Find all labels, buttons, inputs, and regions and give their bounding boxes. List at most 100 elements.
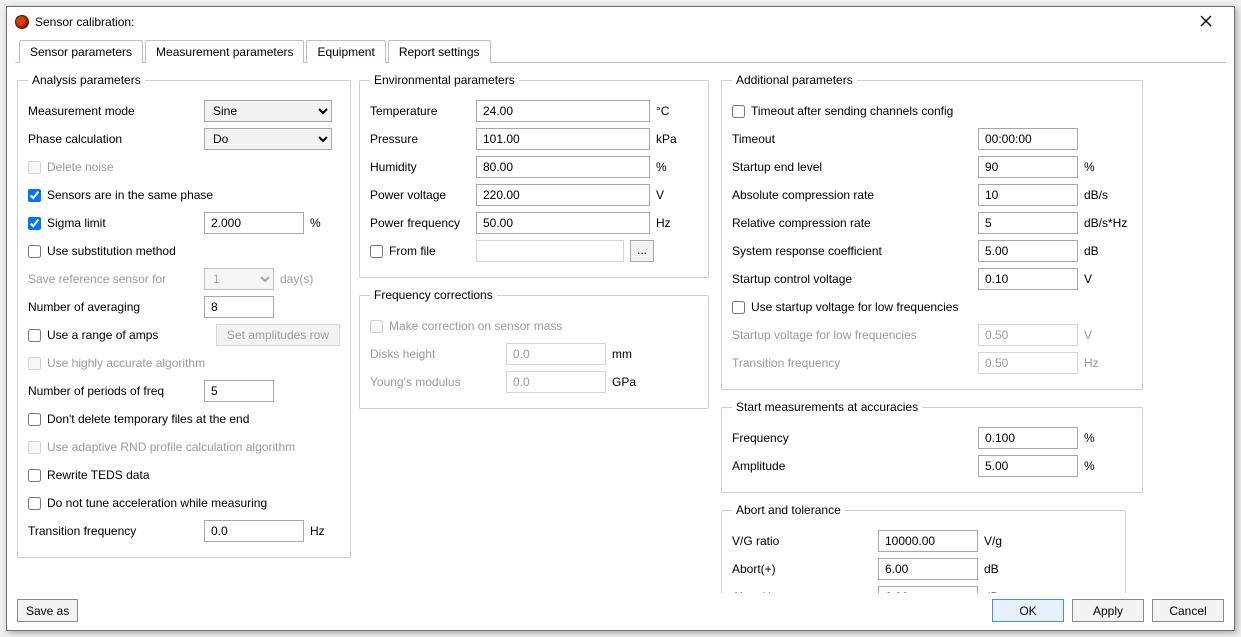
set-amplitudes-button[interactable]: Set amplitudes row [216, 324, 340, 346]
vg-ratio-label: V/G ratio [732, 534, 872, 548]
no-tune-accel-label: Do not tune acceleration while measuring [47, 496, 267, 510]
accuracies-group: Start measurements at accuracies Frequen… [721, 400, 1143, 493]
tab-measurement-parameters[interactable]: Measurement parameters [145, 40, 304, 63]
adaptive-rnd-checkbox[interactable]: Use adaptive RND profile calculation alg… [28, 440, 295, 454]
timeout-label: Timeout [732, 132, 972, 146]
num-avg-input[interactable] [204, 296, 274, 318]
timeout-chk-checkbox[interactable]: Timeout after sending channels config [732, 104, 953, 118]
startup-end-unit: % [1084, 160, 1132, 174]
sys-resp-label: System response coefficient [732, 244, 972, 258]
temperature-unit: °C [656, 104, 686, 118]
apply-button[interactable]: Apply [1072, 599, 1144, 622]
additional-parameters-group: Additional parameters Timeout after send… [721, 73, 1143, 390]
abs-compr-unit: dB/s [1084, 188, 1132, 202]
acc-amplitude-input[interactable] [978, 455, 1078, 477]
rewrite-teds-checkbox[interactable]: Rewrite TEDS data [28, 468, 150, 482]
make-correction-label: Make correction on sensor mass [389, 319, 562, 333]
power-voltage-label: Power voltage [370, 188, 470, 202]
analysis-parameters-group: Analysis parameters Measurement mode Sin… [17, 73, 351, 558]
save-ref-select[interactable]: 1 [204, 268, 274, 290]
environmental-parameters-group: Environmental parameters Temperature °C … [359, 73, 709, 278]
add-transition-freq-input[interactable] [978, 352, 1078, 374]
additional-legend: Additional parameters [732, 73, 857, 87]
sigma-limit-unit: % [310, 216, 340, 230]
temperature-input[interactable] [476, 100, 650, 122]
tab-report-settings[interactable]: Report settings [388, 40, 491, 63]
abort-legend: Abort and tolerance [732, 503, 845, 517]
tab-sensor-parameters[interactable]: Sensor parameters [19, 40, 143, 63]
from-file-input[interactable] [476, 240, 624, 262]
save-ref-unit: day(s) [280, 272, 313, 286]
abs-compr-input[interactable] [978, 184, 1078, 206]
same-phase-checkbox[interactable]: Sensors are in the same phase [28, 188, 213, 202]
sys-resp-input[interactable] [978, 240, 1078, 262]
disks-height-input[interactable] [506, 343, 606, 365]
periods-freq-input[interactable] [204, 380, 274, 402]
startup-end-input[interactable] [978, 156, 1078, 178]
tab-strip: Sensor parameters Measurement parameters… [7, 39, 1234, 62]
delete-noise-label: Delete noise [47, 160, 114, 174]
accuracies-legend: Start measurements at accuracies [732, 400, 922, 414]
timeout-input[interactable] [978, 128, 1078, 150]
save-as-button[interactable]: Save as [17, 599, 78, 622]
acc-amplitude-unit: % [1084, 459, 1132, 473]
no-tune-accel-checkbox[interactable]: Do not tune acceleration while measuring [28, 496, 267, 510]
pressure-unit: kPa [656, 132, 686, 146]
power-freq-input[interactable] [476, 212, 650, 234]
startup-ctrl-v-label: Startup control voltage [732, 272, 972, 286]
acc-frequency-input[interactable] [978, 427, 1078, 449]
num-avg-label: Number of averaging [28, 300, 198, 314]
dialog-footer: Save as OK Apply Cancel [7, 593, 1234, 630]
dont-delete-checkbox[interactable]: Don't delete temporary files at the end [28, 412, 249, 426]
abort-plus-label: Abort(+) [732, 562, 872, 576]
pressure-input[interactable] [476, 128, 650, 150]
adaptive-rnd-label: Use adaptive RND profile calculation alg… [47, 440, 295, 454]
power-voltage-input[interactable] [476, 184, 650, 206]
young-unit: GPa [612, 375, 642, 389]
rel-compr-unit: dB/s*Hz [1084, 216, 1132, 230]
humidity-unit: % [656, 160, 686, 174]
transition-freq-input[interactable] [204, 520, 304, 542]
abort-plus-input[interactable] [878, 558, 978, 580]
highly-accurate-checkbox[interactable]: Use highly accurate algorithm [28, 356, 205, 370]
dialog-body: Analysis parameters Measurement mode Sin… [7, 63, 1234, 593]
sigma-limit-checkbox[interactable]: Sigma limit [28, 216, 106, 230]
close-button[interactable] [1186, 14, 1226, 30]
abort-tolerance-group: Abort and tolerance V/G ratio V/g Abort(… [721, 503, 1126, 593]
tab-equipment[interactable]: Equipment [306, 40, 385, 63]
humidity-input[interactable] [476, 156, 650, 178]
temperature-label: Temperature [370, 104, 470, 118]
add-transition-freq-unit: Hz [1084, 356, 1132, 370]
startup-v-low-input[interactable] [978, 324, 1078, 346]
substitution-checkbox[interactable]: Use substitution method [28, 244, 176, 258]
cancel-button[interactable]: Cancel [1152, 599, 1224, 622]
delete-noise-checkbox[interactable]: Delete noise [28, 160, 114, 174]
power-voltage-unit: V [656, 188, 686, 202]
transition-freq-label: Transition frequency [28, 524, 198, 538]
from-file-checkbox[interactable]: From file [370, 244, 470, 258]
ok-button[interactable]: OK [992, 599, 1064, 622]
abort-minus-input[interactable] [878, 586, 978, 593]
range-amps-checkbox[interactable]: Use a range of amps [28, 328, 158, 342]
power-freq-label: Power frequency [370, 216, 470, 230]
from-file-browse-button[interactable]: ... [630, 240, 654, 262]
rewrite-teds-label: Rewrite TEDS data [47, 468, 150, 482]
use-startup-low-checkbox[interactable]: Use startup voltage for low frequencies [732, 300, 958, 314]
abs-compr-label: Absolute compression rate [732, 188, 972, 202]
freq-corr-legend: Frequency corrections [370, 288, 497, 302]
pressure-label: Pressure [370, 132, 470, 146]
range-amps-label: Use a range of amps [47, 328, 158, 342]
young-input[interactable] [506, 371, 606, 393]
phase-calculation-select[interactable]: Do [204, 128, 332, 150]
highly-accurate-label: Use highly accurate algorithm [47, 356, 205, 370]
rel-compr-input[interactable] [978, 212, 1078, 234]
measurement-mode-select[interactable]: Sine [204, 100, 332, 122]
vg-ratio-input[interactable] [878, 530, 978, 552]
measurement-mode-label: Measurement mode [28, 104, 198, 118]
abort-plus-unit: dB [984, 562, 1014, 576]
dialog-window: Sensor calibration: Sensor parameters Me… [6, 6, 1235, 631]
startup-ctrl-v-input[interactable] [978, 268, 1078, 290]
make-correction-checkbox[interactable]: Make correction on sensor mass [370, 319, 562, 333]
sigma-limit-label: Sigma limit [47, 216, 106, 230]
sigma-limit-input[interactable] [204, 212, 304, 234]
